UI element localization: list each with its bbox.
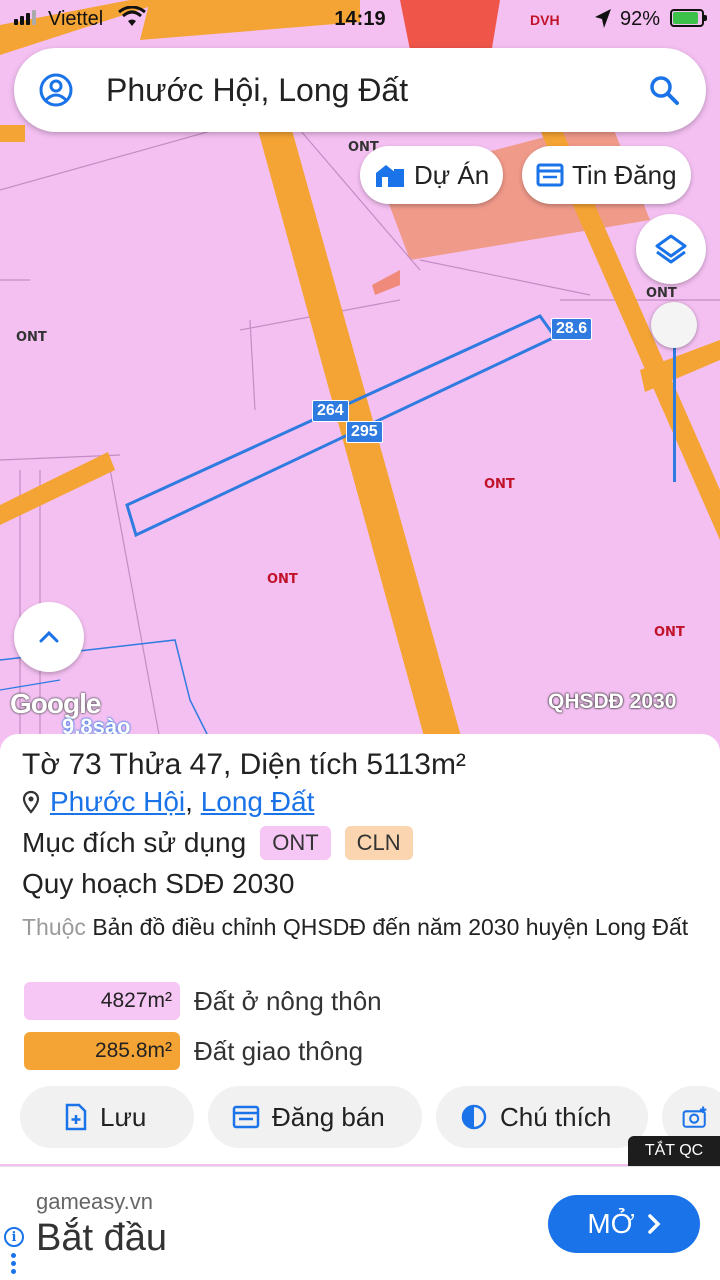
zone-label: ONT xyxy=(484,477,515,492)
listing-icon xyxy=(232,1105,260,1129)
ad-banner[interactable]: i gameasy.vn Bắt đầu MỞ xyxy=(0,1166,720,1280)
du-an-button[interactable]: Dự Án xyxy=(360,146,504,204)
zone-label: ONT xyxy=(16,330,47,345)
ad-domain: gameasy.vn xyxy=(36,1189,153,1214)
tin-dang-button[interactable]: Tin Đăng xyxy=(522,146,691,204)
parcel-title: Tờ 73 Thửa 47, Diện tích 5113m² xyxy=(22,748,466,782)
legend-label: Chú thích xyxy=(500,1101,612,1132)
ad-info-icon[interactable]: i xyxy=(4,1227,24,1247)
chevron-right-icon xyxy=(647,1214,661,1234)
save-button[interactable]: Lưu xyxy=(20,1086,194,1148)
parcel-number: 47 xyxy=(189,748,224,781)
location-pin-icon xyxy=(22,790,40,814)
area-value-box: 285.8m² xyxy=(24,1032,180,1070)
battery-icon xyxy=(670,9,707,27)
sheet-number: 73 xyxy=(68,748,102,781)
search-input[interactable]: Phước Hội, Long Đất xyxy=(106,72,408,109)
post-sale-button[interactable]: Đăng bán xyxy=(208,1086,422,1148)
area-value-box: 4827m² xyxy=(24,982,180,1020)
dimension-label: 295 xyxy=(346,421,383,443)
area-breakdown-row: 4827m² Đất ở nông thôn xyxy=(24,982,382,1020)
expand-button[interactable] xyxy=(14,602,84,672)
area-breakdown-row: 285.8m² Đất giao thông xyxy=(24,1032,363,1070)
district-link[interactable]: Long Đất xyxy=(201,786,315,817)
buildings-icon xyxy=(376,165,404,187)
ad-open-label: MỞ xyxy=(587,1208,635,1239)
contrast-icon xyxy=(461,1104,487,1130)
status-bar: Viettel 14:19 DVH 92% xyxy=(0,0,720,40)
plan-title: Quy hoạch SDĐ 2030 xyxy=(22,868,295,899)
location-row: Phước Hội, Long Đất xyxy=(22,786,314,818)
zone-label: ONT xyxy=(646,286,677,301)
post-sale-label: Đăng bán xyxy=(272,1101,385,1132)
dimension-label: 28.6 xyxy=(551,318,593,340)
plan-desc-text: Bản đồ điều chỉnh QHSDĐ đến năm 2030 huy… xyxy=(92,914,689,940)
search-bar[interactable]: Phước Hội, Long Đất xyxy=(14,48,706,132)
file-add-icon xyxy=(65,1103,87,1131)
ad-title: Bắt đầu xyxy=(36,1217,167,1259)
battery-percent: 92% xyxy=(620,8,661,30)
legend-button[interactable]: Chú thích xyxy=(436,1086,648,1148)
area-type-label: Đất ở nông thôn xyxy=(194,985,382,1016)
zone-label: ONT xyxy=(654,625,685,640)
parcel-info-sheet: Tờ 73 Thửa 47, Diện tích 5113m² Phước Hộ… xyxy=(0,734,720,1164)
purpose-label: Mục đích sử dụng xyxy=(22,827,247,858)
opacity-slider-handle[interactable] xyxy=(651,302,697,348)
action-bar: Lưu Đăng bán Chú thích xyxy=(0,1086,720,1152)
layers-button[interactable] xyxy=(636,214,706,284)
add-photo-icon xyxy=(682,1106,707,1128)
listing-icon xyxy=(536,163,564,187)
location-arrow-icon xyxy=(595,9,611,28)
ad-open-button[interactable]: MỞ xyxy=(548,1195,700,1253)
save-label: Lưu xyxy=(100,1101,147,1132)
plan-prefix: Thuộc xyxy=(22,914,86,940)
clock: 14:19 xyxy=(334,8,386,30)
parcel-label: Thửa xyxy=(109,748,182,781)
chevron-up-icon xyxy=(39,630,59,643)
ad-options-icon[interactable] xyxy=(11,1253,16,1274)
plan-description: Thuộc Bản đồ điều chỉnh QHSDĐ đến năm 20… xyxy=(22,910,702,944)
zone-label: ONT xyxy=(267,572,298,587)
map-overlay-name: QHSDĐ 2030 xyxy=(548,690,677,713)
ward-link[interactable]: Phước Hội xyxy=(50,786,185,817)
du-an-label: Dự Án xyxy=(414,159,490,190)
layers-icon xyxy=(655,234,687,264)
dimension-label: 264 xyxy=(312,400,349,422)
area-type-label: Đất giao thông xyxy=(194,1035,364,1066)
purpose-tag-ont: ONT xyxy=(260,826,331,860)
sheet-label: Tờ xyxy=(22,748,60,781)
opacity-slider-track[interactable] xyxy=(673,330,676,482)
search-icon[interactable] xyxy=(648,74,680,106)
status-extra: DVH xyxy=(530,12,560,28)
area-unit: m² xyxy=(430,748,466,781)
purpose-row: Mục đích sử dụng ONT CLN xyxy=(22,826,413,860)
tin-dang-label: Tin Đăng xyxy=(572,159,677,190)
user-circle-icon[interactable] xyxy=(38,72,74,108)
close-ad-button[interactable]: TẮT QC xyxy=(628,1136,720,1166)
area-label: , Diện tích xyxy=(223,748,359,781)
area-value: 5113 xyxy=(366,748,431,781)
purpose-tag-cln: CLN xyxy=(344,826,413,860)
